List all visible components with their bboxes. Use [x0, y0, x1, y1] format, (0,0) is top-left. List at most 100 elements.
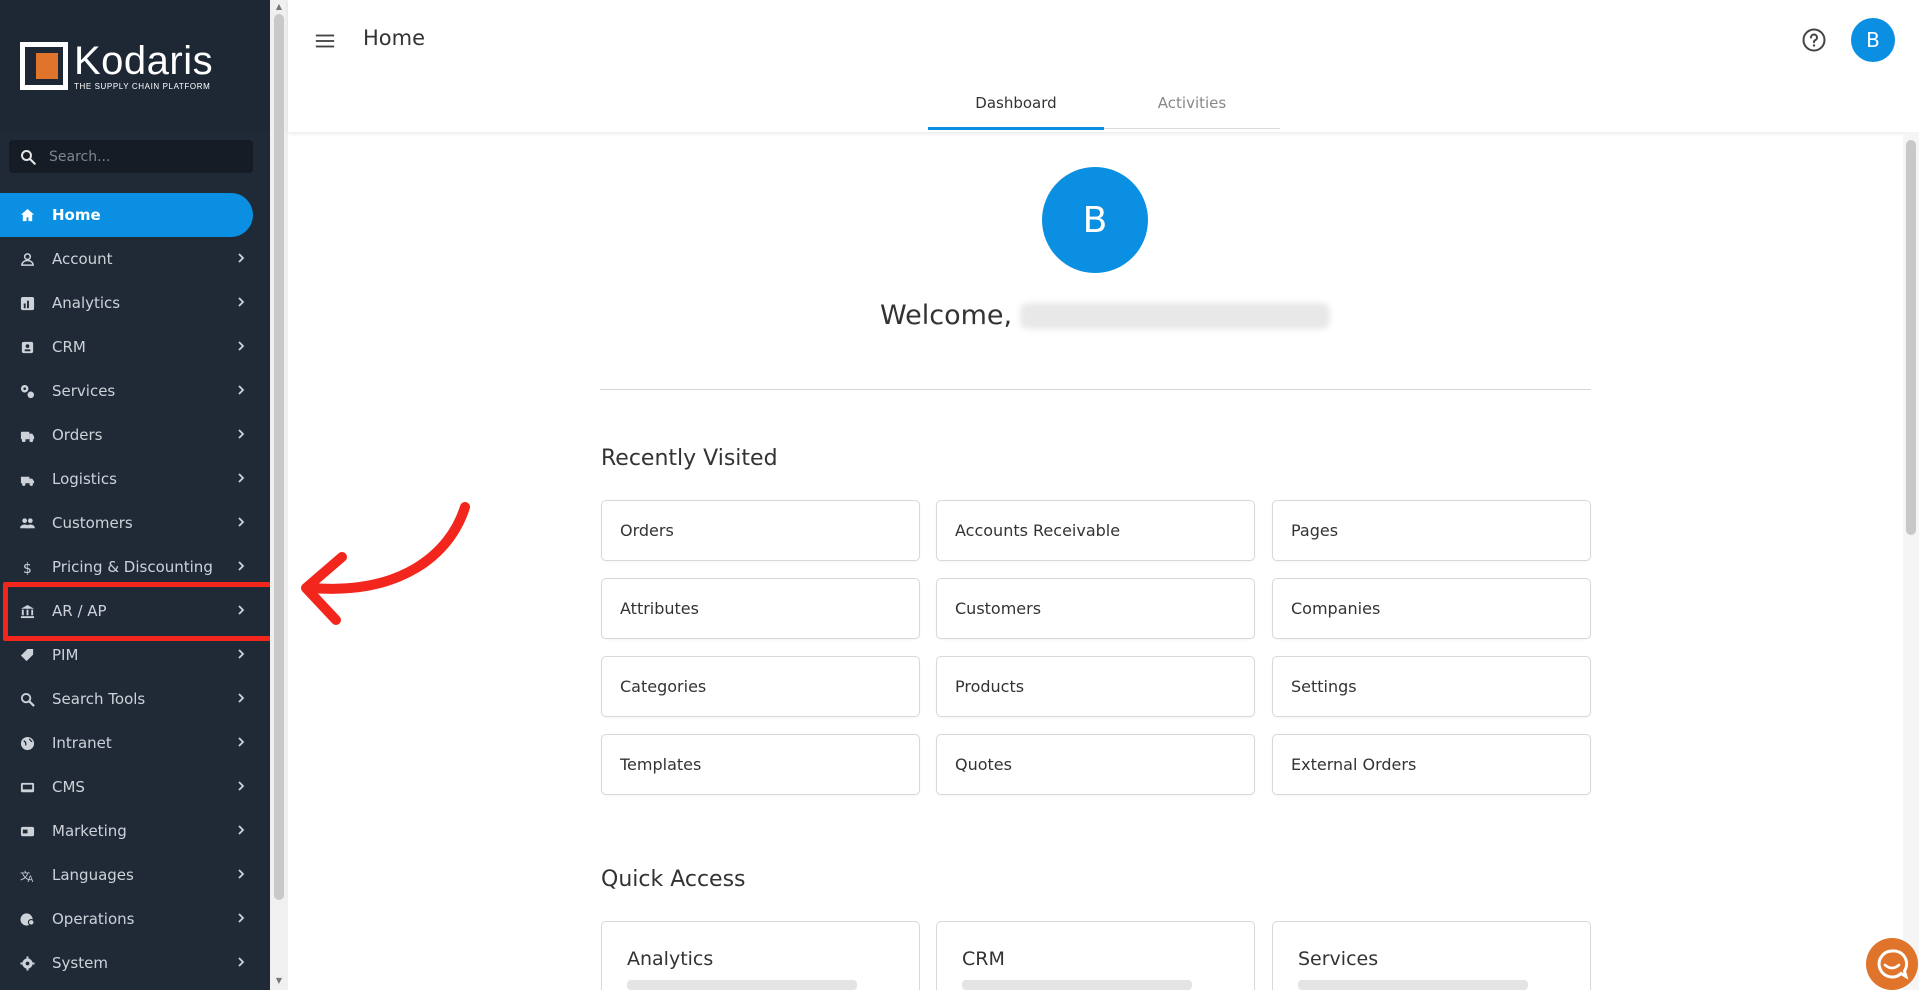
sidebar-item-account[interactable]: Account [0, 237, 270, 281]
hamburger-menu-icon[interactable] [314, 30, 336, 52]
sidebar-item-search-tools[interactable]: Search Tools [0, 677, 270, 721]
tab-activities[interactable]: Activities [1104, 94, 1280, 112]
recent-card[interactable]: Categories [601, 656, 920, 717]
recent-card-label: Categories [620, 677, 707, 696]
chevron-right-icon [238, 825, 245, 835]
recent-card[interactable]: External Orders [1272, 734, 1591, 795]
gear-icon [19, 955, 35, 971]
person-icon [19, 251, 35, 267]
recent-card[interactable]: Orders [601, 500, 920, 561]
recent-card-label: Orders [620, 521, 674, 540]
people-icon [19, 515, 35, 531]
recent-card[interactable]: Attributes [601, 578, 920, 639]
quick-access-card-title: CRM [962, 948, 1005, 970]
sidebar-item-label: Search Tools [52, 690, 146, 708]
scroll-down-arrow-icon[interactable]: ▼ [274, 976, 284, 986]
recent-card[interactable]: Templates [601, 734, 920, 795]
sidebar-item-label: PIM [52, 646, 79, 664]
logo[interactable]: Kodaris THE SUPPLY CHAIN PLATFORM [0, 0, 270, 132]
welcome-message: Welcome, [880, 300, 1331, 331]
sidebar-item-label: Logistics [52, 470, 117, 488]
sidebar-item-label: Analytics [52, 294, 121, 312]
header: Home B Dashboard Activities [288, 0, 1919, 132]
sidebar-item-analytics[interactable]: Analytics [0, 281, 270, 325]
logo-text: Kodaris THE SUPPLY CHAIN PLATFORM [74, 41, 213, 91]
profile-avatar: B [1042, 167, 1148, 273]
recent-card[interactable]: Accounts Receivable [936, 500, 1255, 561]
svg-text:$: $ [22, 561, 31, 575]
scroll-up-arrow-icon[interactable]: ▲ [274, 2, 284, 12]
sidebar-item-label: Operations [52, 910, 135, 928]
globe-icon [19, 735, 35, 751]
chat-button[interactable] [1866, 938, 1918, 990]
sidebar-item-logistics[interactable]: Logistics [0, 457, 270, 501]
sidebar-item-label: Orders [52, 426, 103, 444]
truck-icon [19, 427, 35, 443]
tab-dashboard[interactable]: Dashboard [928, 94, 1104, 112]
sidebar-item-home[interactable]: Home [0, 193, 253, 237]
recent-card[interactable]: Customers [936, 578, 1255, 639]
user-avatar[interactable]: B [1851, 18, 1895, 62]
recent-card[interactable]: Products [936, 656, 1255, 717]
chevron-right-icon [238, 341, 245, 351]
sidebar-item-label: Languages [52, 866, 134, 884]
sidebar: Kodaris THE SUPPLY CHAIN PLATFORM Home Ac… [0, 0, 278, 990]
sidebar-search-input[interactable] [49, 148, 239, 165]
sidebar-item-orders[interactable]: Orders [0, 413, 270, 457]
divider [600, 389, 1591, 390]
svg-text:A: A [27, 874, 33, 883]
recent-card[interactable]: Quotes [936, 734, 1255, 795]
translate-icon: 文A [19, 867, 35, 883]
sidebar-item-services[interactable]: Services [0, 369, 270, 413]
help-icon[interactable] [1801, 27, 1827, 53]
logo-name: Kodaris [74, 39, 214, 83]
sidebar-item-label: Services [52, 382, 116, 400]
pointer-arrow [301, 502, 470, 625]
sidebar-item-crm[interactable]: CRM [0, 325, 270, 369]
chat-icon [1877, 949, 1909, 980]
recent-card-label: Accounts Receivable [955, 521, 1121, 540]
quick-access-card[interactable]: Analytics [601, 921, 920, 990]
recent-card[interactable]: Settings [1272, 656, 1591, 717]
tag-icon [19, 647, 35, 663]
chevron-right-icon [238, 737, 245, 747]
chevron-right-icon [238, 385, 245, 395]
sidebar-item-marketing[interactable]: Marketing [0, 809, 270, 853]
sidebar-item-customers[interactable]: Customers [0, 501, 270, 545]
quick-access-card-description [1298, 980, 1528, 990]
recent-card[interactable]: Pages [1272, 500, 1591, 561]
sidebar-item-label: Intranet [52, 734, 112, 752]
quick-access-card-title: Services [1298, 948, 1379, 970]
recent-card[interactable]: Companies [1272, 578, 1591, 639]
sidebar-scrollbar-thumb[interactable] [274, 14, 284, 900]
chevron-right-icon [238, 517, 245, 527]
sidebar-item-label: CMS [52, 778, 85, 796]
highlight-box [3, 582, 278, 641]
sidebar-item-label: System [52, 954, 108, 972]
chevron-right-icon [238, 781, 245, 791]
recent-card-label: Products [955, 677, 1025, 696]
quick-access-card[interactable]: Services [1272, 921, 1591, 990]
recent-card-label: Customers [955, 599, 1042, 618]
search-icon [21, 149, 36, 165]
welcome-text: Welcome, [880, 300, 1013, 331]
quick-access-card-title: Analytics [627, 948, 714, 970]
chevron-right-icon [238, 429, 245, 439]
sidebar-item-system[interactable]: System [0, 941, 270, 985]
content-scrollbar-thumb[interactable] [1906, 140, 1916, 535]
logo-mark-icon [20, 42, 68, 90]
chevron-right-icon [238, 253, 245, 263]
recent-card-label: Settings [1291, 677, 1357, 696]
sidebar-item-operations[interactable]: Operations [0, 897, 270, 941]
sidebar-item-cms[interactable]: CMS [0, 765, 270, 809]
quick-access-card[interactable]: CRM [936, 921, 1255, 990]
sidebar-item-intranet[interactable]: Intranet [0, 721, 270, 765]
redacted-email [1020, 302, 1331, 329]
active-tab-indicator [928, 127, 1104, 130]
chevron-right-icon [238, 913, 245, 923]
quick-access-card-description [962, 980, 1192, 990]
sidebar-item-languages[interactable]: 文 A Languages [0, 853, 270, 897]
contact-card-icon [19, 339, 35, 355]
quick-access-card-description [627, 980, 857, 990]
app-window: Kodaris THE SUPPLY CHAIN PLATFORM Home Ac… [0, 0, 1919, 990]
